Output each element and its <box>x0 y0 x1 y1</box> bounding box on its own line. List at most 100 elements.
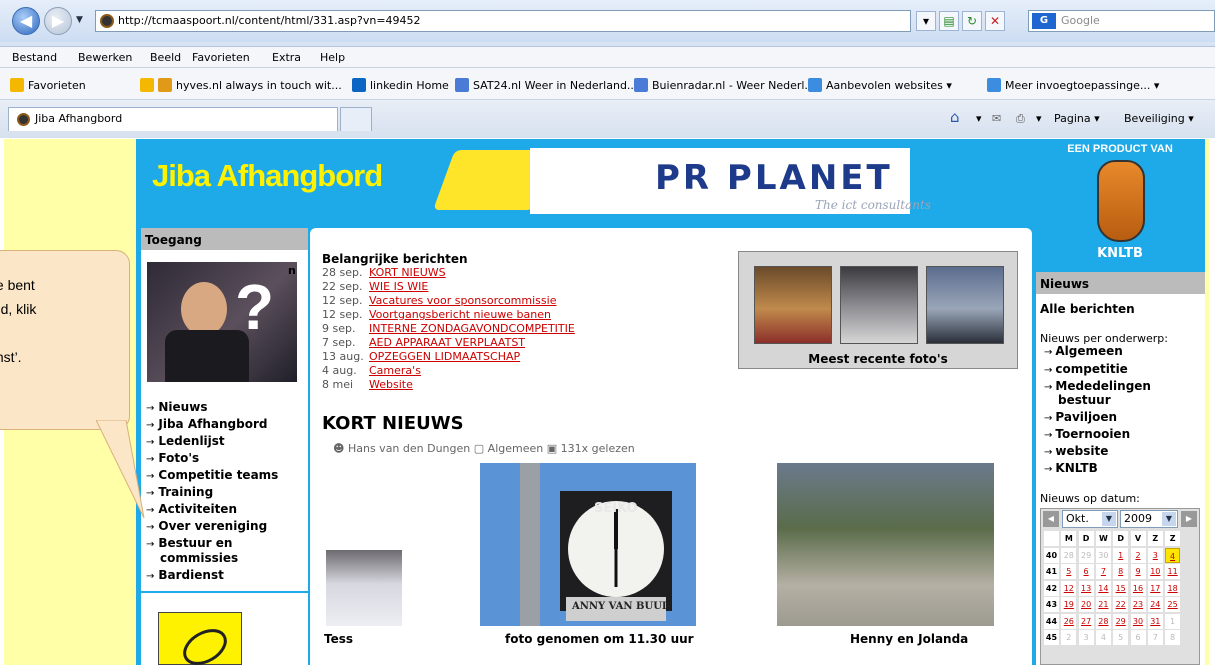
address-dropdown-icon[interactable]: ▾ <box>916 11 936 31</box>
tab-jiba[interactable]: Jiba Afhangbord <box>8 107 338 131</box>
home-icon[interactable]: ⌂ <box>950 108 960 126</box>
calendar-day[interactable]: 2 <box>1130 547 1146 563</box>
calendar-day[interactable]: 23 <box>1130 597 1146 612</box>
home-dropdown-icon[interactable]: ▾ <box>976 112 982 125</box>
recent-photos-caption[interactable]: Meest recente foto's <box>738 352 1018 366</box>
menu-help[interactable]: Help <box>320 51 345 64</box>
forward-button[interactable]: ▶ <box>44 7 72 35</box>
menu-beeld[interactable]: Beeld <box>150 51 181 64</box>
new-tab-button[interactable] <box>340 107 372 131</box>
menu-extra[interactable]: Extra <box>272 51 301 64</box>
message-link[interactable]: Website <box>369 378 413 391</box>
nav-nieuws[interactable]: → Nieuws <box>146 400 207 414</box>
page-menu[interactable]: Pagina ▾ <box>1054 112 1100 125</box>
nav-ledenlijst[interactable]: → Ledenlijst <box>146 434 225 448</box>
calendar-day[interactable]: 16 <box>1130 580 1146 596</box>
calendar-day[interactable]: 1 <box>1113 547 1129 563</box>
fav-sat24[interactable]: SAT24.nl Weer in Nederland... <box>455 78 637 92</box>
stop-icon[interactable]: ✕ <box>985 11 1005 31</box>
calendar-day[interactable]: 27 <box>1078 613 1094 629</box>
topic-toernooien[interactable]: → Toernooien <box>1044 427 1130 441</box>
topic-competitie[interactable]: → competitie <box>1044 362 1128 376</box>
photo-thumbnail[interactable] <box>840 266 918 344</box>
calendar-day[interactable]: 31 <box>1147 613 1163 629</box>
calendar-day[interactable]: 20 <box>1078 597 1094 612</box>
nav-training[interactable]: → Training <box>146 485 213 499</box>
calendar-day[interactable]: 21 <box>1095 597 1111 612</box>
nav-over[interactable]: → Over vereniging <box>146 519 267 533</box>
fav-meer[interactable]: Meer invoegtoepassinge... ▾ <box>987 78 1159 92</box>
photo-clock[interactable]: SEIKO ANNY VAN BUUL <box>480 463 696 626</box>
message-link[interactable]: Voortgangsbericht nieuwe banen <box>369 308 551 321</box>
calendar-day[interactable]: 4 <box>1165 547 1181 563</box>
topic-knltb[interactable]: → KNLTB <box>1044 461 1098 475</box>
nav-bardienst[interactable]: → Bardienst <box>146 568 224 582</box>
calendar-day[interactable]: 14 <box>1095 580 1111 596</box>
nav-jiba[interactable]: → Jiba Afhangbord <box>146 417 267 431</box>
address-bar[interactable]: http://tcmaaspoort.nl/content/html/331.a… <box>95 10 911 32</box>
calendar-day[interactable]: 19 <box>1061 597 1077 612</box>
all-news-link[interactable]: Alle berichten <box>1040 302 1135 316</box>
nav-bestuur[interactable]: → Bestuur en <box>146 536 232 550</box>
topic-mededelingen[interactable]: → Mededelingen <box>1044 379 1151 393</box>
calendar-day[interactable]: 11 <box>1165 564 1181 579</box>
nav-activiteiten[interactable]: → Activiteiten <box>146 502 237 516</box>
print-icon[interactable]: ⎙ <box>1016 112 1025 126</box>
month-select[interactable]: Okt. ▼ <box>1062 510 1118 528</box>
calendar-day[interactable]: 13 <box>1078 580 1094 596</box>
menu-bestand[interactable]: Bestand <box>12 51 57 64</box>
calendar-day[interactable]: 3 <box>1147 547 1163 563</box>
calendar-day[interactable]: 5 <box>1061 564 1077 579</box>
fav-aanbevolen[interactable]: Aanbevolen websites ▾ <box>808 78 952 92</box>
print-dropdown-icon[interactable]: ▾ <box>1036 112 1042 125</box>
calendar-day[interactable]: 22 <box>1113 597 1129 612</box>
calendar-day[interactable]: 9 <box>1130 564 1146 579</box>
search-input[interactable]: G Google <box>1028 10 1215 32</box>
menu-favorieten[interactable]: Favorieten <box>192 51 250 64</box>
security-menu[interactable]: Beveiliging ▾ <box>1124 112 1194 125</box>
calendar-day[interactable]: 26 <box>1061 613 1077 629</box>
refresh-icon[interactable]: ↻ <box>962 11 982 31</box>
calendar-prev-icon[interactable]: ◀ <box>1043 511 1059 527</box>
site-logo[interactable]: Jiba Afhangbord <box>152 158 383 194</box>
compat-view-icon[interactable]: ▤ <box>939 11 959 31</box>
photo-thumbnail[interactable] <box>926 266 1004 344</box>
calendar-day[interactable]: 10 <box>1147 564 1163 579</box>
photo-thumbnail[interactable] <box>754 266 832 344</box>
topic-mededelingen-line2[interactable]: bestuur <box>1058 393 1111 407</box>
calendar-day[interactable]: 28 <box>1095 613 1111 629</box>
topic-paviljoen[interactable]: → Paviljoen <box>1044 410 1117 424</box>
topic-website[interactable]: → website <box>1044 444 1108 458</box>
nav-bestuur-line2[interactable]: commissies <box>160 551 238 565</box>
nav-competitie[interactable]: → Competitie teams <box>146 468 278 482</box>
knltb-logo[interactable] <box>1097 160 1145 242</box>
menu-bewerken[interactable]: Bewerken <box>78 51 132 64</box>
calendar-day[interactable]: 7 <box>1095 564 1111 579</box>
message-link[interactable]: Vacatures voor sponsorcommissie <box>369 294 556 307</box>
feeds-icon[interactable]: ✉ <box>992 112 1001 125</box>
calendar-day[interactable]: 6 <box>1078 564 1094 579</box>
message-link[interactable]: OPZEGGEN LIDMAATSCHAP <box>369 350 520 363</box>
back-button[interactable]: ◀ <box>12 7 40 35</box>
message-link[interactable]: KORT NIEUWS <box>369 266 446 279</box>
calendar-day[interactable]: 15 <box>1113 580 1129 596</box>
calendar-day[interactable]: 25 <box>1165 597 1181 612</box>
fav-hyves[interactable]: hyves.nl always in touch wit... <box>140 78 342 92</box>
history-dropdown-icon[interactable]: ▼ <box>76 15 83 25</box>
favorites-button[interactable]: Favorieten <box>10 78 86 92</box>
year-select[interactable]: 2009 ▼ <box>1120 510 1178 528</box>
photo-tess[interactable] <box>326 550 402 626</box>
calendar-day[interactable]: 17 <box>1147 580 1163 596</box>
photo-henny-jolanda[interactable] <box>777 463 994 626</box>
message-link[interactable]: AED APPARAAT VERPLAATST <box>369 336 525 349</box>
message-link[interactable]: WIE IS WIE <box>369 280 428 293</box>
message-link[interactable]: Camera's <box>369 364 421 377</box>
calendar-day[interactable]: 29 <box>1113 613 1129 629</box>
calendar-day[interactable]: 18 <box>1165 580 1181 596</box>
calendar-day[interactable]: 12 <box>1061 580 1077 596</box>
fav-buienradar[interactable]: Buienradar.nl - Weer Nederl... <box>634 78 815 92</box>
nav-fotos[interactable]: → Foto's <box>146 451 199 465</box>
calendar-day[interactable]: 8 <box>1113 564 1129 579</box>
calendar-next-icon[interactable]: ▶ <box>1181 511 1197 527</box>
message-link[interactable]: INTERNE ZONDAGAVONDCOMPETITIE <box>369 322 575 335</box>
